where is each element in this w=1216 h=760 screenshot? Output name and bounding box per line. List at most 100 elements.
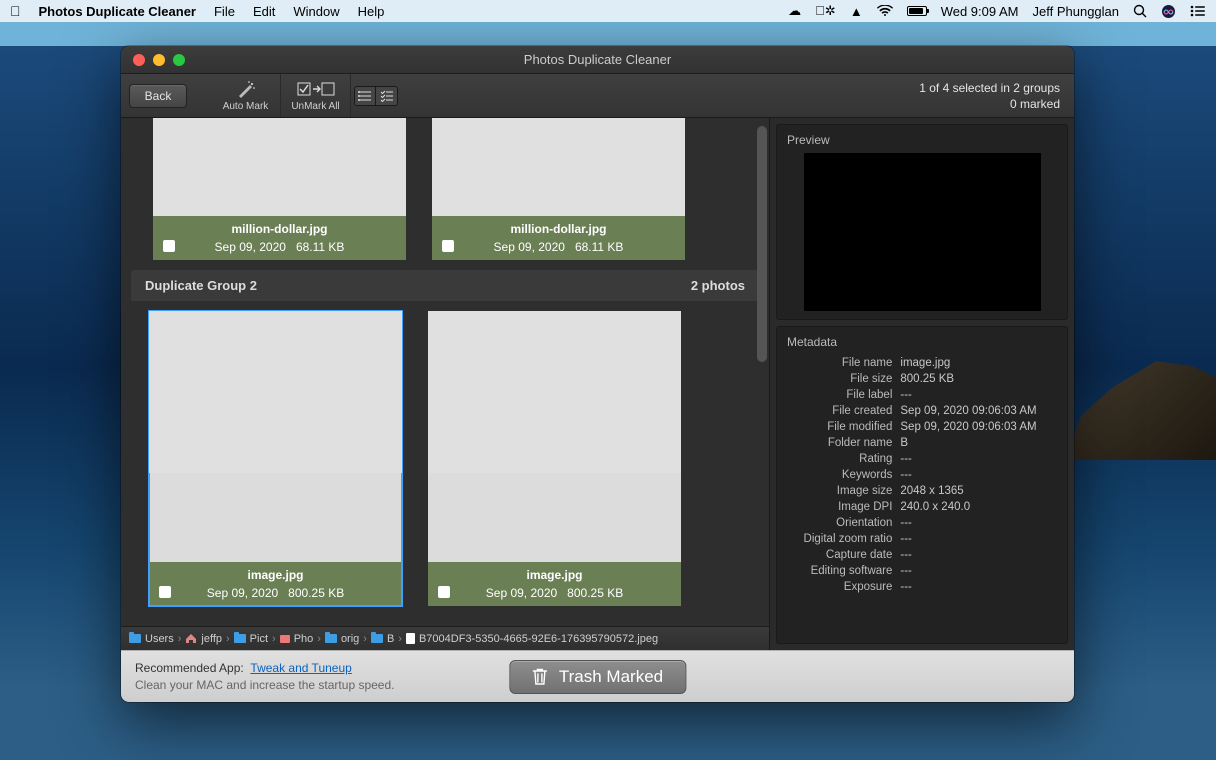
trash-marked-button[interactable]: Trash Marked [509,660,686,694]
window-footer: Recommended App: Tweak and Tuneup Clean … [121,650,1074,702]
metadata-value: 240.0 x 240.0 [900,499,1057,515]
metadata-value: B [900,435,1057,451]
metadata-key: Rating [787,451,900,467]
siri-icon[interactable] [1161,4,1176,19]
magic-wand-icon [235,80,257,98]
photo-size: 68.11 KB [575,238,623,256]
metadata-key: Folder name [787,435,900,451]
menu-edit[interactable]: Edit [253,4,275,19]
photo-size: 800.25 KB [567,584,623,602]
unmark-all-button[interactable]: UnMark All [281,74,351,117]
metadata-key: File label [787,387,900,403]
group-count: 2 photos [691,278,745,293]
metadata-row: Image size2048 x 1365 [787,483,1057,499]
airplay-icon[interactable]: ▲ [850,4,863,19]
menu-file[interactable]: File [214,4,235,19]
photo-size: 68.11 KB [296,238,344,256]
window-titlebar[interactable]: Photos Duplicate Cleaner [121,46,1074,74]
group-title: Duplicate Group 2 [145,278,257,293]
metadata-key: Editing software [787,563,900,579]
crumb-users[interactable]: Users [129,633,174,645]
metadata-key: Image DPI [787,499,900,515]
crumb-photos[interactable]: Pho [280,633,314,645]
metadata-key: Digital zoom ratio [787,531,900,547]
list-view-icon[interactable] [354,86,376,106]
photo-card[interactable]: million-dollar.jpg Sep 09, 2020 68.11 KB [153,118,406,260]
menubar-clock[interactable]: Wed 9:09 AM [941,4,1019,19]
metadata-key: Exposure [787,579,900,595]
control-center-icon[interactable] [1190,5,1206,17]
photo-card[interactable]: million-dollar.jpg Sep 09, 2020 68.11 KB [432,118,685,260]
crumb-originals[interactable]: orig [325,633,359,645]
photo-card[interactable]: image.jpg Sep 09, 2020 800.25 KB [428,311,681,606]
trash-marked-label: Trash Marked [559,667,663,687]
preview-title: Preview [787,133,1057,147]
selection-status: 1 of 4 selected in 2 groups 0 marked [919,80,1074,112]
metadata-panel: Metadata File nameimage.jpgFile size800.… [776,326,1068,644]
bluetooth-icon[interactable]: ✲ [815,3,836,19]
recommended-link[interactable]: Tweak and Tuneup [250,661,351,675]
metadata-value: --- [900,547,1057,563]
battery-icon[interactable] [907,6,927,16]
back-button[interactable]: Back [129,84,187,108]
mark-checkbox[interactable] [163,240,175,252]
photo-date: Sep 09, 2020 [494,238,565,256]
mark-checkbox[interactable] [442,240,454,252]
cloud-icon[interactable]: ☁︎ [788,3,801,19]
metadata-value: --- [900,579,1057,595]
crumb-home[interactable]: jeffp [185,633,222,645]
status-line-1: 1 of 4 selected in 2 groups [919,80,1060,96]
content-scrollbar[interactable] [757,126,767,618]
metadata-key: File name [787,355,900,371]
metadata-row: Image DPI240.0 x 240.0 [787,499,1057,515]
metadata-key: File modified [787,419,900,435]
recommended-label: Recommended App: [135,661,244,675]
metadata-value: --- [900,515,1057,531]
auto-mark-button[interactable]: Auto Mark [211,74,281,117]
metadata-key: Image size [787,483,900,499]
photo-date: Sep 09, 2020 [486,584,557,602]
mark-checkbox[interactable] [438,586,450,598]
metadata-value: --- [900,451,1057,467]
group-header[interactable]: Duplicate Group 2 2 photos [131,270,759,301]
metadata-row: Rating--- [787,451,1057,467]
spotlight-icon[interactable] [1133,4,1147,18]
crumb-file[interactable]: B7004DF3-5350-4665-92E6-176395790572.jpe… [406,633,658,645]
checkbox-arrow-icon [297,80,335,98]
checklist-view-icon[interactable] [376,86,398,106]
metadata-value: --- [900,531,1057,547]
photo-name: million-dollar.jpg [153,220,406,238]
window-title: Photos Duplicate Cleaner [121,52,1074,67]
photo-name: million-dollar.jpg [432,220,685,238]
menu-window[interactable]: Window [293,4,339,19]
metadata-title: Metadata [787,335,1057,349]
menubar-app-name[interactable]: Photos Duplicate Cleaner [39,4,196,19]
photo-name: image.jpg [149,566,402,584]
metadata-value: --- [900,563,1057,579]
metadata-key: File created [787,403,900,419]
auto-mark-label: Auto Mark [223,101,269,112]
metadata-row: File nameimage.jpg [787,355,1057,371]
preview-image [804,153,1041,311]
crumb-b[interactable]: B [371,633,394,645]
metadata-row: Exposure--- [787,579,1057,595]
metadata-value: Sep 09, 2020 09:06:03 AM [900,419,1057,435]
side-panel: Preview Metadata File nameimage.jpgFile … [769,118,1074,650]
mark-checkbox[interactable] [159,586,171,598]
app-window: Photos Duplicate Cleaner Back Auto Mark … [121,46,1074,702]
crumb-pictures[interactable]: Pict [234,633,268,645]
metadata-key: File size [787,371,900,387]
metadata-value: --- [900,387,1057,403]
menubar-user[interactable]: Jeff Phungglan [1033,4,1120,19]
menu-help[interactable]: Help [358,4,385,19]
unmark-all-label: UnMark All [291,101,339,112]
metadata-row: File size800.25 KB [787,371,1057,387]
metadata-row: File label--- [787,387,1057,403]
recommended-sub: Clean your MAC and increase the startup … [135,678,394,692]
view-options-button[interactable] [351,74,401,117]
photo-card[interactable]: image.jpg Sep 09, 2020 800.25 KB [149,311,402,606]
wifi-icon[interactable] [877,5,893,17]
apple-menu-icon[interactable]:  [10,4,21,18]
preview-panel: Preview [776,124,1068,320]
metadata-row: File createdSep 09, 2020 09:06:03 AM [787,403,1057,419]
